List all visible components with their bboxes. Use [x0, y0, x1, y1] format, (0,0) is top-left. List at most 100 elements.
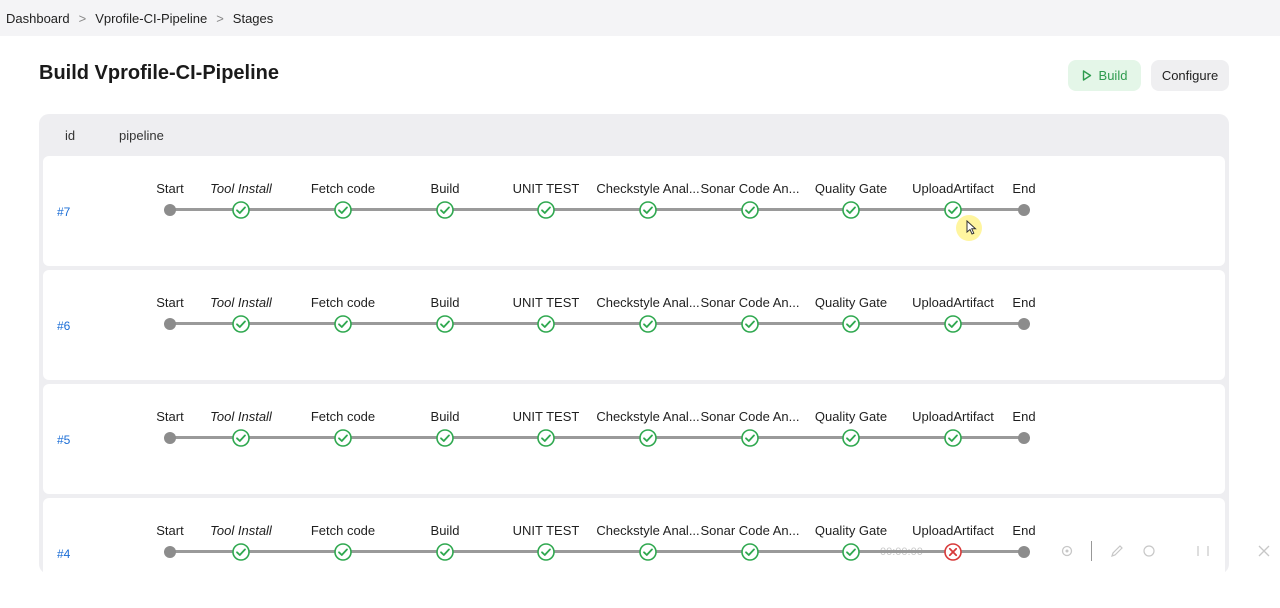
start-node [164, 204, 176, 216]
stage-success-icon[interactable] [639, 315, 657, 333]
pipeline-run-row: #7 Start Tool Install Fetch code Build UNIT T… [43, 156, 1225, 266]
stage-label: UNIT TEST [512, 409, 580, 424]
stage-label: End [1012, 523, 1036, 538]
stage-label: Quality Gate [814, 409, 888, 424]
stage-success-icon[interactable] [741, 543, 759, 561]
breadcrumb-dashboard[interactable]: Dashboard [6, 11, 70, 26]
stage-success-icon[interactable] [334, 315, 352, 333]
close-icon[interactable] [1258, 545, 1270, 557]
stage-success-icon[interactable] [436, 315, 454, 333]
stage-label: Checkstyle Anal... [596, 181, 700, 196]
pipeline-connector-line [170, 322, 1026, 325]
stage-success-icon[interactable] [232, 429, 250, 447]
stage-success-icon[interactable] [842, 201, 860, 219]
column-header-id: id [65, 128, 76, 143]
stage-success-icon[interactable] [639, 429, 657, 447]
stage-label: UNIT TEST [512, 523, 580, 538]
play-icon [1082, 70, 1091, 81]
stage-success-icon[interactable] [639, 543, 657, 561]
stage-success-icon[interactable] [741, 429, 759, 447]
stage-label: Fetch code [310, 409, 376, 424]
stage-success-icon[interactable] [741, 201, 759, 219]
build-button-label: Build [1098, 68, 1128, 83]
stage-success-icon[interactable] [232, 315, 250, 333]
stage-label: Fetch code [310, 181, 376, 196]
run-id-link[interactable]: #7 [57, 205, 70, 219]
stage-success-icon[interactable] [842, 543, 860, 561]
stage-label: Build [430, 523, 460, 538]
stage-label: UNIT TEST [512, 295, 580, 310]
stage-label: End [1012, 181, 1036, 196]
stage-label: Tool Install [210, 181, 272, 196]
stage-label: Quality Gate [814, 181, 888, 196]
run-id-link[interactable]: #6 [57, 319, 70, 333]
fullscreen-icon[interactable] [1196, 544, 1210, 558]
end-node [1018, 318, 1030, 330]
stage-label: Build [430, 409, 460, 424]
run-id-link[interactable]: #4 [57, 547, 70, 561]
pipeline-run-row: #5 Start Tool Install Fetch code Build UNIT T… [43, 384, 1225, 494]
settings-icon[interactable] [1060, 544, 1074, 558]
breadcrumb-pipeline[interactable]: Vprofile-CI-Pipeline [95, 11, 207, 26]
pipeline-run-row: #6 Start Tool Install Fetch code Build UNIT T… [43, 270, 1225, 380]
start-node [164, 318, 176, 330]
mouse-pointer-icon [966, 220, 977, 235]
stage-success-icon[interactable] [334, 543, 352, 561]
stage-success-icon[interactable] [741, 315, 759, 333]
stage-success-icon[interactable] [436, 201, 454, 219]
stage-success-icon[interactable] [436, 429, 454, 447]
player-time: 00:00:00 [880, 546, 923, 558]
stage-success-icon[interactable] [232, 201, 250, 219]
stage-success-icon[interactable] [537, 429, 555, 447]
stage-label: End [1012, 409, 1036, 424]
run-id-link[interactable]: #5 [57, 433, 70, 447]
stage-success-icon[interactable] [334, 201, 352, 219]
stage-success-icon[interactable] [944, 315, 962, 333]
stage-success-icon[interactable] [537, 543, 555, 561]
start-node [164, 546, 176, 558]
stage-success-icon[interactable] [232, 543, 250, 561]
stage-label: End [1012, 295, 1036, 310]
pipeline-connector-line [170, 436, 1026, 439]
breadcrumb-separator: > [216, 10, 224, 26]
stage-label: UNIT TEST [512, 181, 580, 196]
configure-button[interactable]: Configure [1151, 60, 1229, 91]
stage-success-icon[interactable] [537, 315, 555, 333]
stage-label: Tool Install [210, 523, 272, 538]
page-title: Build Vprofile-CI-Pipeline [39, 62, 280, 84]
stage-label: Build [430, 295, 460, 310]
breadcrumb: Dashboard > Vprofile-CI-Pipeline > Stage… [0, 0, 1280, 36]
stage-success-icon[interactable] [537, 201, 555, 219]
stage-label: Sonar Code An... [700, 523, 800, 538]
stage-label: Quality Gate [814, 295, 888, 310]
start-node [164, 432, 176, 444]
end-node [1018, 432, 1030, 444]
stage-label: Sonar Code An... [700, 295, 800, 310]
stage-label: Tool Install [210, 409, 272, 424]
breadcrumb-separator: > [78, 10, 87, 26]
stage-label: Sonar Code An... [700, 181, 800, 196]
pipeline-connector-line [170, 208, 1026, 211]
stage-success-icon[interactable] [944, 429, 962, 447]
record-icon[interactable] [1142, 544, 1156, 558]
stage-label: Sonar Code An... [700, 409, 800, 424]
column-header-pipeline: pipeline [119, 128, 164, 143]
stage-label: Checkstyle Anal... [596, 409, 700, 424]
stage-label: Fetch code [310, 523, 376, 538]
end-node [1018, 204, 1030, 216]
stage-label: Checkstyle Anal... [596, 523, 700, 538]
stage-success-icon[interactable] [944, 201, 962, 219]
stage-label: Quality Gate [814, 523, 888, 538]
breadcrumb-stages[interactable]: Stages [233, 11, 273, 26]
build-button[interactable]: Build [1068, 60, 1141, 91]
stage-success-icon[interactable] [842, 429, 860, 447]
stage-success-icon[interactable] [842, 315, 860, 333]
stage-label: Build [430, 181, 460, 196]
video-player-controls: 00:00:00 [880, 540, 1280, 562]
pencil-icon[interactable] [1110, 544, 1124, 558]
stage-success-icon[interactable] [436, 543, 454, 561]
stage-success-icon[interactable] [639, 201, 657, 219]
stage-label: Checkstyle Anal... [596, 295, 700, 310]
stage-success-icon[interactable] [334, 429, 352, 447]
stage-label: Fetch code [310, 295, 376, 310]
